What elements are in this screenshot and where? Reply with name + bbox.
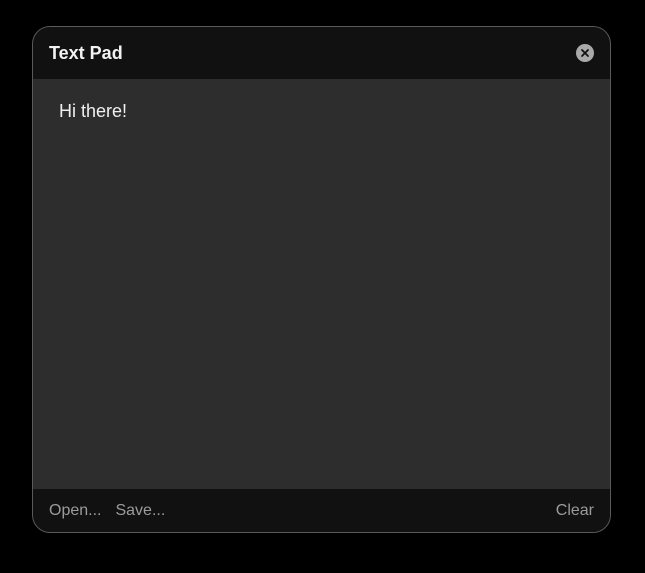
save-button[interactable]: Save... xyxy=(115,502,165,520)
clear-button[interactable]: Clear xyxy=(556,502,594,520)
close-button[interactable] xyxy=(576,44,594,62)
close-icon xyxy=(580,48,590,58)
title-bar: Text Pad xyxy=(33,27,610,79)
footer-bar: Open... Save... Clear xyxy=(33,489,610,532)
text-pad-window: Text Pad Hi there! Open... Save... Clear xyxy=(32,26,611,533)
text-editor[interactable]: Hi there! xyxy=(33,79,610,489)
open-button[interactable]: Open... xyxy=(49,502,101,520)
window-title: Text Pad xyxy=(49,42,123,63)
